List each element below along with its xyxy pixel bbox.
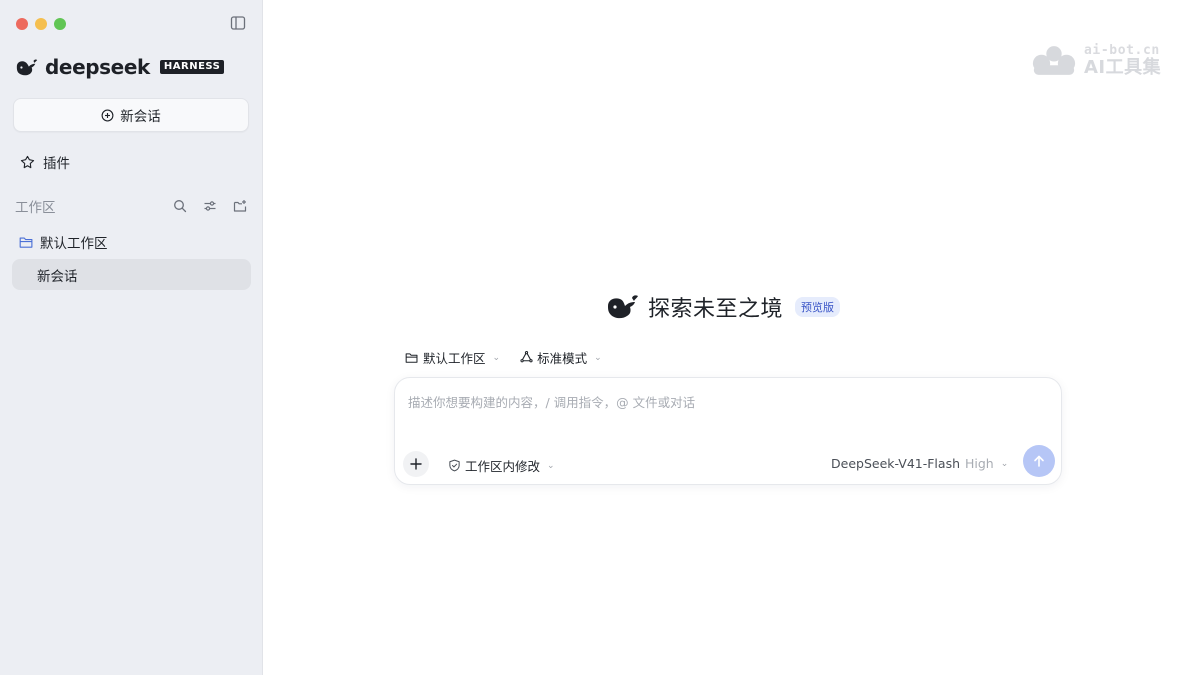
- search-icon[interactable]: [173, 199, 187, 213]
- workspace-header: 工作区: [15, 196, 247, 216]
- chevron-down-icon: ⌄: [547, 460, 555, 471]
- add-attachment-button[interactable]: [403, 451, 429, 477]
- permission-label: 工作区内修改: [465, 459, 541, 474]
- minimize-window-button[interactable]: [35, 18, 47, 30]
- chevron-down-icon: ⌄: [492, 352, 501, 363]
- model-selector[interactable]: DeepSeek-V41-Flash High ⌄: [831, 456, 1008, 471]
- watermark-domain: ai-bot.cn: [1084, 43, 1160, 58]
- sidebar: deepseek HARNESS 新会话 插件 工作区 默认工作区 新会话: [0, 0, 263, 675]
- prompt-input[interactable]: [408, 392, 1048, 432]
- mode-icon: [520, 351, 533, 363]
- new-chat-button[interactable]: 新会话: [13, 98, 249, 132]
- shield-icon: [449, 459, 460, 472]
- workspace-folder-item[interactable]: 默认工作区: [19, 232, 108, 252]
- folder-icon: [405, 352, 418, 363]
- whale-logo-icon: [608, 295, 638, 319]
- mode-selector[interactable]: 标准模式 ⌄: [520, 348, 602, 367]
- new-chat-label: 新会话: [120, 109, 161, 125]
- permission-selector[interactable]: 工作区内修改 ⌄: [448, 456, 555, 475]
- composer-selectors: 默认工作区 ⌄ 标准模式 ⌄: [405, 348, 602, 367]
- filter-icon[interactable]: [203, 199, 217, 213]
- folder-icon: [19, 236, 33, 248]
- workspace-chat-item[interactable]: 新会话: [12, 259, 251, 290]
- window-controls: [16, 18, 66, 30]
- hero-heading: 探索未至之境 预览版: [606, 291, 841, 323]
- plus-icon: [410, 458, 422, 470]
- watermark-title: AI工具集: [1084, 57, 1162, 78]
- close-window-button[interactable]: [16, 18, 28, 30]
- brand-name: deepseek: [45, 55, 150, 79]
- preview-badge: 预览版: [795, 297, 841, 317]
- watermark-logo-icon: [1032, 46, 1076, 75]
- whale-logo-icon: [16, 59, 38, 75]
- chevron-down-icon: ⌄: [1000, 458, 1009, 469]
- maximize-window-button[interactable]: [54, 18, 66, 30]
- mode-selector-label: 标准模式: [537, 351, 588, 366]
- harness-badge: HARNESS: [159, 60, 225, 74]
- hero-title: 探索未至之境: [648, 297, 784, 322]
- watermark-text: ai-bot.cn AI工具集: [1084, 44, 1161, 77]
- model-name: DeepSeek-V41-Flash: [831, 456, 960, 471]
- plugin-icon: [20, 155, 35, 168]
- plus-circle-icon: [101, 109, 114, 121]
- workspace-section-label: 工作区: [15, 200, 56, 216]
- workspace-selector-label: 默认工作区: [423, 351, 486, 366]
- workspace-tools: [173, 199, 247, 213]
- plugins-nav-item[interactable]: 插件: [20, 152, 70, 172]
- workspace-chat-label: 新会话: [37, 268, 78, 285]
- sidebar-toggle-icon[interactable]: [230, 15, 246, 31]
- watermark: ai-bot.cn AI工具集: [1030, 44, 1161, 77]
- new-folder-icon[interactable]: [233, 199, 247, 213]
- send-button[interactable]: [1023, 445, 1055, 477]
- composer: 工作区内修改 ⌄ DeepSeek-V41-Flash High ⌄: [394, 377, 1062, 485]
- workspace-folder-label: 默认工作区: [40, 236, 108, 252]
- chevron-down-icon: ⌄: [594, 352, 602, 363]
- app-window: deepseek HARNESS 新会话 插件 工作区 默认工作区 新会话 ai…: [0, 0, 1200, 675]
- workspace-selector[interactable]: 默认工作区 ⌄: [405, 348, 500, 367]
- brand: deepseek HARNESS: [15, 55, 225, 79]
- model-level: High: [965, 456, 994, 471]
- arrow-up-icon: [1034, 455, 1044, 467]
- plugins-label: 插件: [43, 156, 70, 172]
